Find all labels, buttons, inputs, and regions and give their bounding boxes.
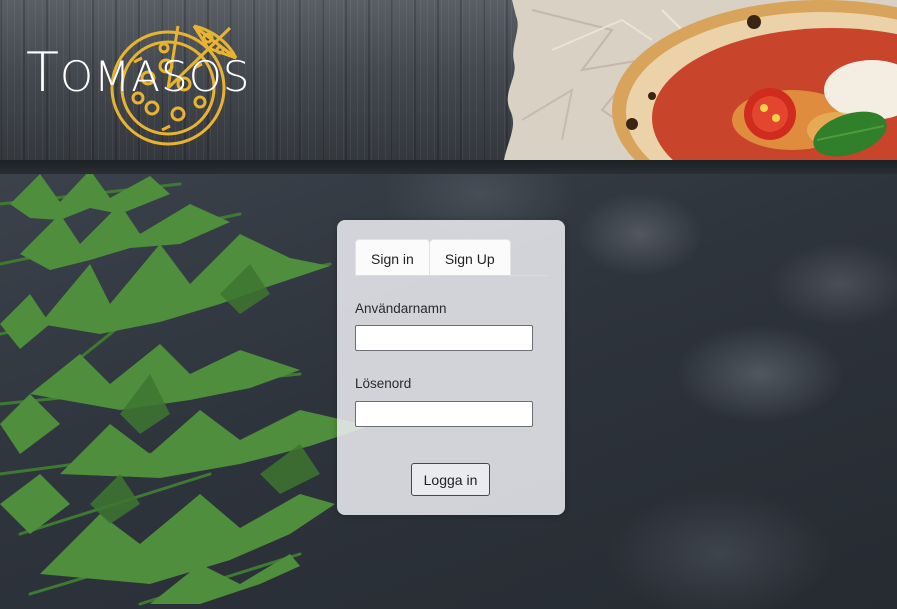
brand-name: TOMASOS bbox=[26, 46, 250, 100]
brand-name-initial: T bbox=[26, 41, 60, 104]
brand-name-rest: OMASOS bbox=[60, 52, 251, 101]
password-input[interactable] bbox=[355, 401, 533, 427]
login-panel: Sign in Sign Up Användarnamn Lösenord Lo… bbox=[337, 220, 565, 515]
tab-divider bbox=[355, 275, 547, 276]
username-input[interactable] bbox=[355, 325, 533, 351]
auth-tabs: Sign in Sign Up bbox=[355, 239, 511, 275]
pizza-banner-image bbox=[504, 0, 897, 160]
password-label: Lösenord bbox=[355, 376, 412, 391]
header-divider bbox=[0, 160, 897, 174]
login-button[interactable]: Logga in bbox=[411, 463, 490, 496]
site-header: TOMASOS bbox=[0, 0, 897, 160]
username-label: Användarnamn bbox=[355, 301, 447, 316]
tab-sign-in[interactable]: Sign in bbox=[355, 239, 430, 275]
tab-sign-up[interactable]: Sign Up bbox=[429, 239, 511, 275]
